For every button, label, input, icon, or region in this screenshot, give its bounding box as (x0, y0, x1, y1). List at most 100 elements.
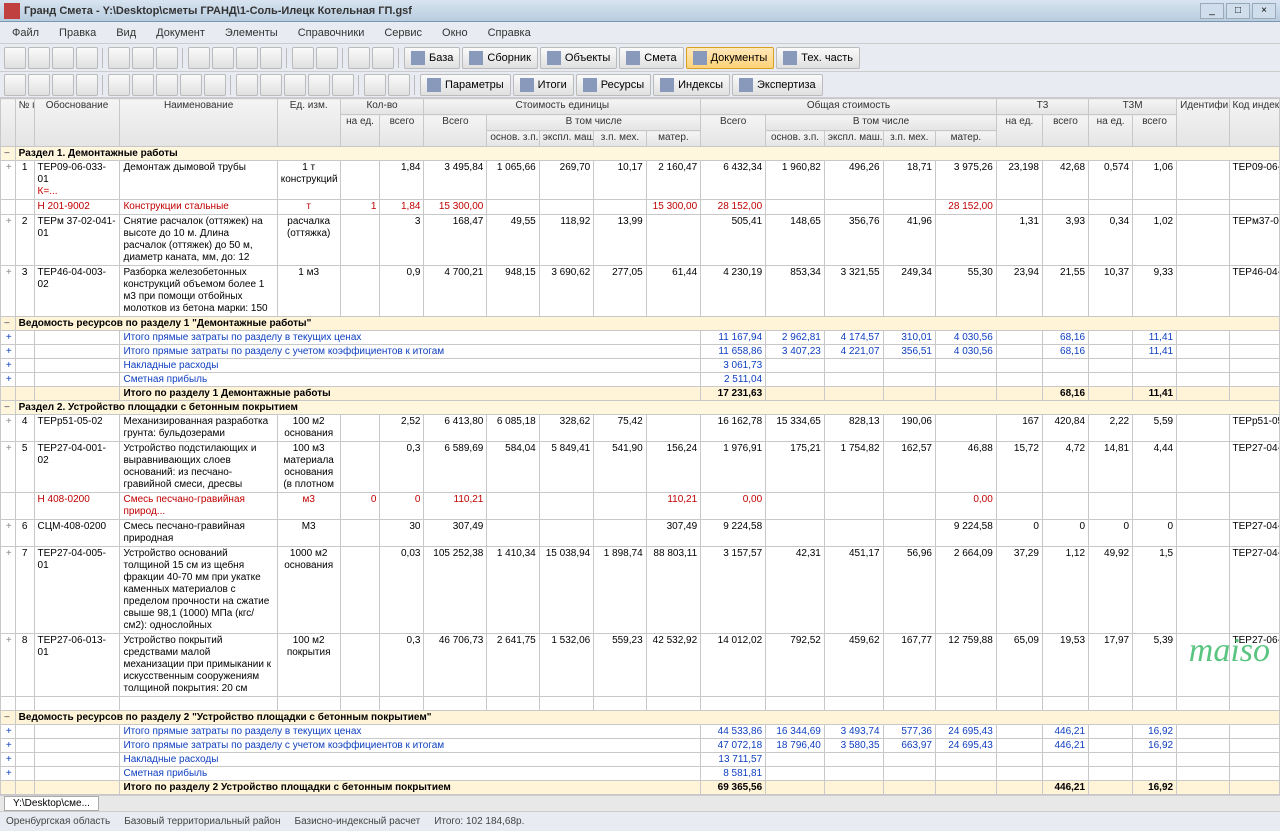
tool2-15-icon[interactable] (364, 74, 386, 96)
tool-save-icon[interactable] (52, 47, 74, 69)
tool-up-icon[interactable] (156, 47, 178, 69)
table-row[interactable]: + 8ТЕР27-06-013-01Устройство покрытий ср… (1, 634, 1280, 697)
tool2-12-icon[interactable] (284, 74, 306, 96)
summary-row[interactable]: +Итого прямые затраты по разделу в текущ… (1, 331, 1280, 345)
menu-window[interactable]: Окно (434, 25, 476, 41)
menu-file[interactable]: Файл (4, 25, 47, 41)
resource-header[interactable]: −Ведомость ресурсов по разделу 2 "Устрой… (1, 711, 1280, 725)
tool-forward-icon[interactable] (132, 47, 154, 69)
tool2-3-icon[interactable] (52, 74, 74, 96)
menu-view[interactable]: Вид (108, 25, 144, 41)
btn-params[interactable]: Параметры (420, 74, 511, 96)
toolbar-main: База Сборник Объекты Смета Документы Тех… (0, 44, 1280, 72)
tool-print-icon[interactable] (76, 47, 98, 69)
tool2-14-icon[interactable] (332, 74, 354, 96)
summary-row[interactable]: +Накладные расходы 3 061,73 (1, 359, 1280, 373)
tool2-9-icon[interactable] (204, 74, 226, 96)
btn-documents[interactable]: Документы (686, 47, 775, 69)
btn-collection[interactable]: Сборник (462, 47, 538, 69)
btn-base[interactable]: База (404, 47, 460, 69)
col-qty[interactable]: Кол-во (340, 99, 424, 115)
total-row[interactable]: Итого по разделу 2 Устройство площадки с… (1, 781, 1280, 795)
horizontal-scroll[interactable]: Y:\Desktop\сме... (0, 795, 1280, 811)
tool2-1-icon[interactable] (4, 74, 26, 96)
menu-document[interactable]: Документ (148, 25, 213, 41)
section-header[interactable]: −Раздел 2. Устройство площадки с бетонны… (1, 401, 1280, 415)
table-row[interactable]: Н 408-0200Смесь песчано-гравийная природ… (1, 493, 1280, 520)
summary-row[interactable]: +Накладные расходы 13 711,57 (1, 753, 1280, 767)
window-title: Гранд Смета - Y:\Desktop\сметы ГРАНД\1-С… (24, 5, 1200, 17)
col-totalcost[interactable]: Общая стоимость (701, 99, 997, 115)
btn-expertise[interactable]: Экспертиза (732, 74, 823, 96)
tool-open-icon[interactable] (28, 47, 50, 69)
app-icon (4, 3, 20, 19)
col-ident[interactable]: Идентифи катор (1177, 99, 1229, 147)
col-name[interactable]: Наименование (120, 99, 277, 147)
col-unitcost[interactable]: Стоимость единицы (424, 99, 701, 115)
btn-indices[interactable]: Индексы (653, 74, 730, 96)
table-row[interactable]: + 2ТЕРм 37-02-041-01Снятие расчалок (отт… (1, 215, 1280, 266)
btn-tech[interactable]: Тех. часть (776, 47, 860, 69)
table-row[interactable]: + 4ТЕРр51-05-02Механизированная разработ… (1, 415, 1280, 442)
tool-delete-icon[interactable] (260, 47, 282, 69)
tool2-13-icon[interactable] (308, 74, 330, 96)
table-row[interactable]: + 1ТЕР09-06-033-01К=...Демонтаж дымовой … (1, 161, 1280, 200)
btn-objects[interactable]: Объекты (540, 47, 617, 69)
btn-totals[interactable]: Итоги (513, 74, 574, 96)
tool-new-icon[interactable] (4, 47, 26, 69)
col-code[interactable]: Код индекс (1229, 99, 1280, 147)
table-row[interactable]: + 7ТЕР27-04-005-01Устройство оснований т… (1, 547, 1280, 634)
menu-refs[interactable]: Справочники (290, 25, 373, 41)
resource-header[interactable]: −Ведомость ресурсов по разделу 1 "Демонт… (1, 317, 1280, 331)
btn-resources[interactable]: Ресурсы (576, 74, 651, 96)
tool2-6-icon[interactable] (132, 74, 154, 96)
col-tz[interactable]: Т3 (996, 99, 1088, 115)
table-row[interactable]: + 6СЦМ-408-0200Смесь песчано-гравийная п… (1, 520, 1280, 547)
objects-icon (547, 51, 561, 65)
tool2-8-icon[interactable] (180, 74, 202, 96)
table-row[interactable]: + 3ТЕР46-04-003-02Разборка железобетонны… (1, 266, 1280, 317)
summary-row[interactable]: +Итого прямые затраты по разделу в текущ… (1, 725, 1280, 739)
col-osn[interactable]: Обоснование (34, 99, 120, 147)
documents-icon (693, 51, 707, 65)
resources-icon (583, 78, 597, 92)
tool-cut-icon[interactable] (188, 47, 210, 69)
params-icon (427, 78, 441, 92)
menu-help[interactable]: Справка (480, 25, 539, 41)
total-row[interactable]: Итого по разделу 1 Демонтажные работы 17… (1, 387, 1280, 401)
close-button[interactable]: × (1252, 3, 1276, 19)
col-tzm[interactable]: Т3М (1089, 99, 1177, 115)
minimize-button[interactable]: _ (1200, 3, 1224, 19)
document-tab[interactable]: Y:\Desktop\сме... (4, 796, 99, 811)
tool-paste-icon[interactable] (236, 47, 258, 69)
summary-row[interactable]: +Сметная прибыль 8 581,81 (1, 767, 1280, 781)
col-npp[interactable]: № п.п (15, 99, 34, 147)
menu-service[interactable]: Сервис (376, 25, 430, 41)
tool2-11-icon[interactable] (260, 74, 282, 96)
tool-search-icon[interactable] (372, 47, 394, 69)
tool2-7-icon[interactable] (156, 74, 178, 96)
tool-refresh-icon[interactable] (348, 47, 370, 69)
menu-elements[interactable]: Элементы (217, 25, 286, 41)
tool-copy-icon[interactable] (212, 47, 234, 69)
summary-row[interactable]: +Итого прямые затраты по разделу с учето… (1, 739, 1280, 753)
menu-edit[interactable]: Правка (51, 25, 104, 41)
btn-estimate[interactable]: Смета (619, 47, 683, 69)
estimate-grid[interactable]: № п.п Обоснование Наименование Ед. изм. … (0, 98, 1280, 795)
tool2-10-icon[interactable] (236, 74, 258, 96)
section-header[interactable]: −Раздел 1. Демонтажные работы (1, 147, 1280, 161)
tool-undo-icon[interactable] (292, 47, 314, 69)
summary-row[interactable]: +Итого прямые затраты по разделу с учето… (1, 345, 1280, 359)
tool-redo-icon[interactable] (316, 47, 338, 69)
col-unit[interactable]: Ед. изм. (277, 99, 340, 147)
tool-back-icon[interactable] (108, 47, 130, 69)
summary-row[interactable]: +Сметная прибыль 2 511,04 (1, 373, 1280, 387)
menubar: Файл Правка Вид Документ Элементы Справо… (0, 22, 1280, 44)
table-row[interactable]: Н 201-9002Конструкции стальныет 11,84 15… (1, 200, 1280, 215)
tool2-4-icon[interactable] (76, 74, 98, 96)
tool2-5-icon[interactable] (108, 74, 130, 96)
tool2-16-icon[interactable] (388, 74, 410, 96)
tool2-2-icon[interactable] (28, 74, 50, 96)
table-row[interactable]: + 5ТЕР27-04-001-02Устройство подстилающи… (1, 442, 1280, 493)
maximize-button[interactable]: □ (1226, 3, 1250, 19)
